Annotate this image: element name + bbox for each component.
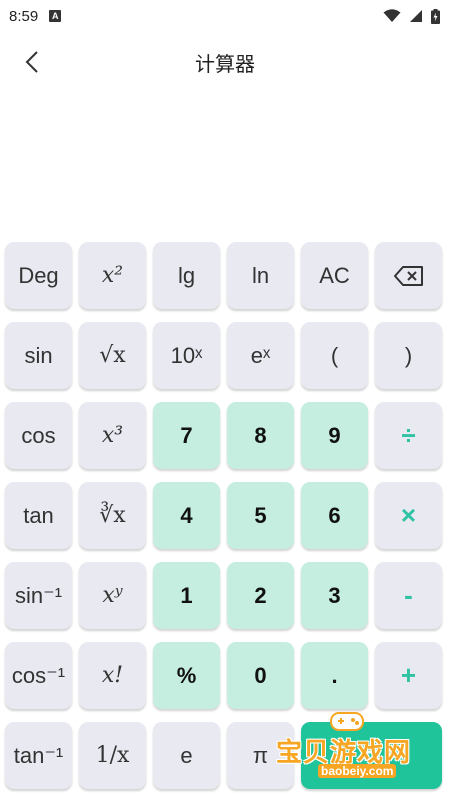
sqrt-key[interactable]: √x	[79, 322, 146, 389]
arctan-key[interactable]: tan⁻¹	[5, 722, 72, 789]
ac-key[interactable]: AC	[301, 242, 368, 309]
tan-key[interactable]: tan	[5, 482, 72, 549]
factorial-key[interactable]: x!	[79, 642, 146, 709]
battery-icon	[431, 8, 440, 24]
signal-icon	[410, 10, 422, 22]
divide-key[interactable]: ÷	[375, 402, 442, 469]
backspace-key[interactable]	[375, 242, 442, 309]
digit-1-key[interactable]: 1	[153, 562, 220, 629]
e-key[interactable]: e	[153, 722, 220, 789]
digit-8-key[interactable]: 8	[227, 402, 294, 469]
pi-key[interactable]: π	[227, 722, 294, 789]
notification-a-icon: A	[49, 10, 62, 22]
digit-3-key[interactable]: 3	[301, 562, 368, 629]
app-header: 计算器	[0, 34, 450, 90]
ten-power-key[interactable]: 10ˣ	[153, 322, 220, 389]
status-time: 8:59	[9, 7, 39, 25]
reciprocal-key[interactable]: 1/x	[79, 722, 146, 789]
equals-key[interactable]: =	[301, 722, 442, 789]
page-title: 计算器	[195, 54, 255, 76]
digit-5-key[interactable]: 5	[227, 482, 294, 549]
lg-key[interactable]: lg	[153, 242, 220, 309]
arcsin-key[interactable]: sin⁻¹	[5, 562, 72, 629]
exp-key[interactable]: eˣ	[227, 322, 294, 389]
deg-key[interactable]: Deg	[5, 242, 72, 309]
cos-key[interactable]: cos	[5, 402, 72, 469]
arccos-key[interactable]: cos⁻¹	[5, 642, 72, 709]
open-paren-key[interactable]: (	[301, 322, 368, 389]
digit-0-key[interactable]: 0	[227, 642, 294, 709]
subtract-key[interactable]: -	[375, 562, 442, 629]
status-left: 8:59 A	[9, 7, 62, 25]
backspace-icon	[393, 265, 423, 286]
ln-key[interactable]: ln	[227, 242, 294, 309]
power-key[interactable]: xʸ	[79, 562, 146, 629]
wifi-icon	[383, 9, 401, 22]
status-bar: 8:59 A	[0, 0, 450, 32]
digit-7-key[interactable]: 7	[153, 402, 220, 469]
cube-root-key[interactable]: ∛x	[79, 482, 146, 549]
status-right	[383, 8, 440, 24]
multiply-key[interactable]: ×	[375, 482, 442, 549]
square-key[interactable]: x²	[79, 242, 146, 309]
digit-9-key[interactable]: 9	[301, 402, 368, 469]
decimal-key[interactable]: .	[301, 642, 368, 709]
digit-2-key[interactable]: 2	[227, 562, 294, 629]
sin-key[interactable]: sin	[5, 322, 72, 389]
cube-key[interactable]: x³	[79, 402, 146, 469]
add-key[interactable]: +	[375, 642, 442, 709]
calculator-display	[0, 90, 450, 240]
close-paren-key[interactable]: )	[375, 322, 442, 389]
digit-6-key[interactable]: 6	[301, 482, 368, 549]
percent-key[interactable]: %	[153, 642, 220, 709]
digit-4-key[interactable]: 4	[153, 482, 220, 549]
keypad: Deg x² lg ln AC sin √x 10ˣ eˣ ( ) cos x³…	[5, 242, 442, 789]
